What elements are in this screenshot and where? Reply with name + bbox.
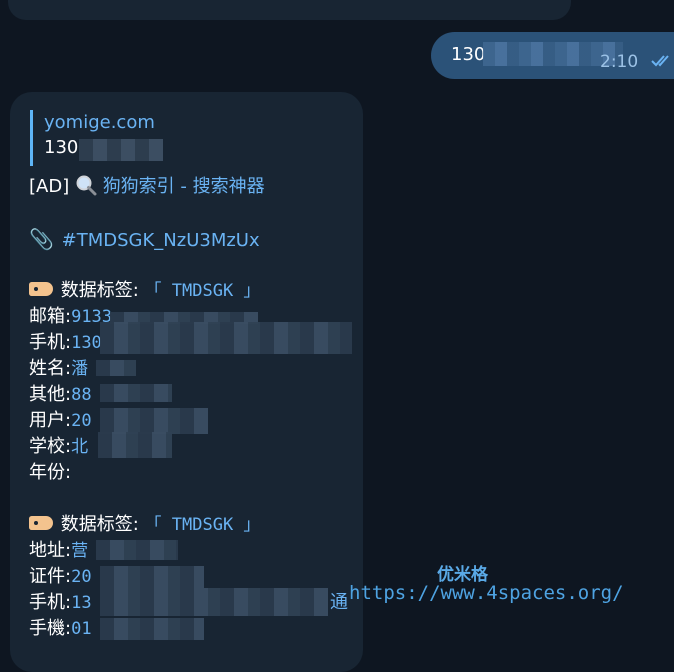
- redacted-block: [98, 432, 172, 458]
- field-value[interactable]: 88: [71, 385, 91, 405]
- field-row: 手机:130: [29, 330, 102, 356]
- field-label: 手机:: [29, 332, 72, 353]
- field-label: 手機:: [29, 618, 72, 639]
- redacted-block: [96, 540, 178, 560]
- data-tag-value[interactable]: 「 TMDSGK 」: [145, 281, 261, 301]
- hashtag-line: 📎 #TMDSGK_NzU3MzUx: [29, 226, 260, 254]
- field-label: 用户:: [29, 410, 72, 431]
- field-label: 学校:: [29, 436, 72, 457]
- field-value[interactable]: 20: [71, 411, 91, 431]
- field-label: 姓名:: [29, 358, 72, 379]
- field-value[interactable]: 130: [71, 333, 102, 353]
- outgoing-message-bubble[interactable]: 130 2:10: [431, 32, 674, 79]
- magnifier-icon: [76, 175, 97, 196]
- field-value[interactable]: 北: [71, 437, 88, 457]
- label-tag-icon: [29, 282, 53, 296]
- watermark-url: https://www.4spaces.org/: [349, 582, 624, 604]
- field-row: 学校:北: [29, 434, 88, 460]
- redacted-block: [100, 566, 204, 588]
- data-tag-value[interactable]: 「 TMDSGK 」: [145, 515, 261, 535]
- ad-link[interactable]: 狗狗索引 - 搜索神器: [103, 176, 265, 197]
- field-row: 其他:88: [29, 382, 92, 408]
- reply-quote[interactable]: yomige.com 1307: [30, 110, 214, 166]
- hashtag-link[interactable]: #TMDSGK_NzU3MzUx: [62, 230, 260, 251]
- data-tag-line: 数据标签: 「 TMDSGK 」: [29, 512, 260, 538]
- label-tag-icon: [29, 516, 53, 530]
- previous-message-bubble[interactable]: 🔥 ████ 🔥: [8, 0, 571, 20]
- field-row: 用户:20: [29, 408, 92, 434]
- data-tag-title: 数据标签:: [60, 514, 139, 535]
- outgoing-message-text: 130: [451, 44, 486, 65]
- redacted-block: [79, 139, 163, 161]
- data-tag-title: 数据标签:: [60, 280, 139, 301]
- field-label: 证件:: [29, 566, 72, 587]
- field-row: 手机:13: [29, 590, 92, 616]
- field-suffix-text: 通: [330, 592, 348, 613]
- ad-line: [AD] 狗狗索引 - 搜索神器: [29, 174, 265, 200]
- paperclip-icon: 📎: [29, 227, 54, 251]
- field-value[interactable]: 营: [71, 541, 88, 561]
- quote-title: yomige.com: [44, 112, 155, 133]
- incoming-message-bubble[interactable]: yomige.com 1307 [AD] 狗狗索引 - 搜索神器 📎 #TMDS…: [10, 92, 363, 672]
- redacted-block: [100, 384, 172, 402]
- field-row: 证件:20: [29, 564, 92, 590]
- field-label: 地址:: [29, 540, 72, 561]
- field-row: 地址:营: [29, 538, 88, 564]
- redacted-block: [100, 322, 352, 354]
- field-label: 手机:: [29, 592, 72, 613]
- redacted-block: [100, 618, 204, 640]
- redacted-block: [100, 588, 328, 616]
- field-value[interactable]: 20: [71, 567, 91, 587]
- redacted-block: [100, 408, 208, 434]
- field-label: 邮箱:: [29, 306, 72, 327]
- field-label: 其他:: [29, 384, 72, 405]
- message-time: 2:10: [600, 52, 639, 72]
- ad-prefix: [AD]: [29, 176, 70, 197]
- field-value[interactable]: 01: [71, 619, 91, 639]
- field-suffix: 通: [330, 590, 348, 616]
- field-value[interactable]: 潘: [71, 359, 88, 379]
- redacted-block: [96, 360, 136, 376]
- field-label: 年份:: [29, 462, 72, 483]
- field-row: 年份:: [29, 460, 71, 486]
- field-row: 手機:01: [29, 616, 92, 642]
- double-check-icon: [651, 55, 669, 67]
- field-value[interactable]: 13: [71, 593, 91, 613]
- field-row: 姓名:潘: [29, 356, 88, 382]
- data-tag-line: 数据标签: 「 TMDSGK 」: [29, 278, 260, 304]
